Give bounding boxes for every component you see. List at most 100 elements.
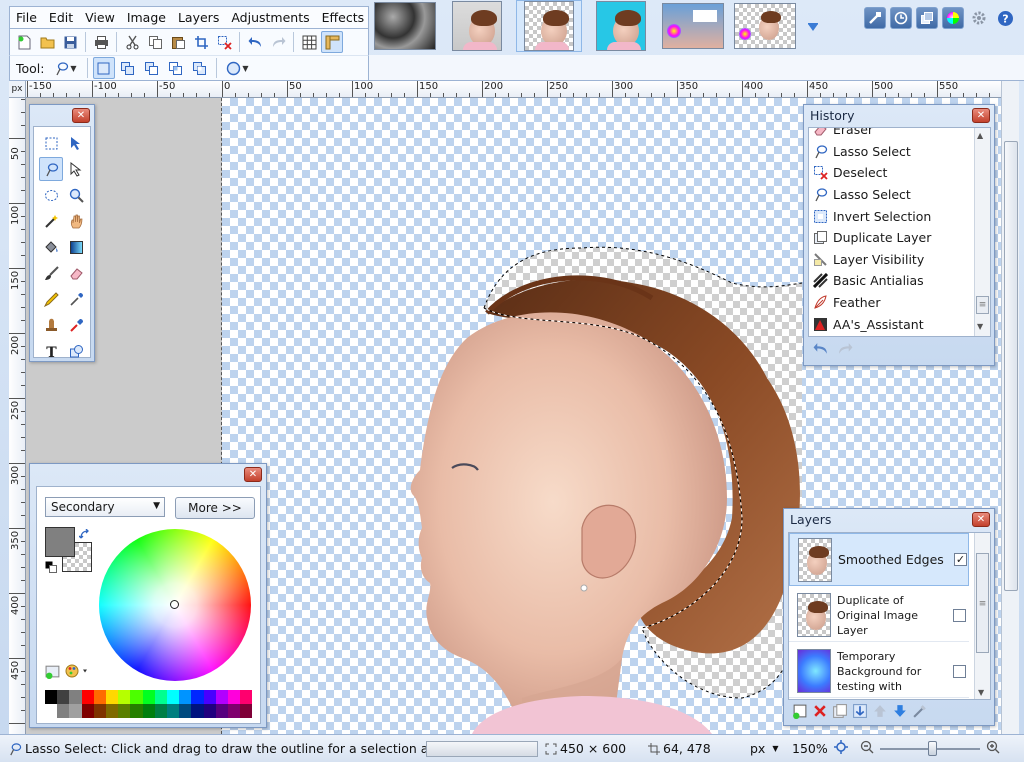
selection-mode-union-icon[interactable]	[117, 57, 139, 79]
new-image-icon[interactable]	[13, 31, 35, 53]
colors-panel-close-icon[interactable]: ✕	[244, 466, 262, 482]
open-folder-icon[interactable]	[36, 31, 58, 53]
tools-window-toggle-icon[interactable]	[864, 7, 886, 29]
palette-swatch[interactable]	[167, 690, 180, 704]
color-wheel-cursor[interactable]	[170, 600, 179, 609]
history-item-lasso-select-2[interactable]: Lasso Select	[809, 184, 990, 206]
ellipse-select-tool-icon[interactable]	[39, 183, 63, 207]
history-undo-icon[interactable]	[812, 341, 830, 360]
shapes-tool-icon[interactable]	[64, 339, 88, 363]
redo-icon[interactable]	[267, 31, 289, 53]
vertical-scrollbar[interactable]	[1001, 81, 1019, 734]
units-dropdown[interactable]: px ▼	[750, 741, 779, 756]
menu-file[interactable]: File	[10, 7, 43, 28]
rulers-toggle-icon[interactable]	[321, 31, 343, 53]
zoom-in-icon[interactable]	[986, 740, 1000, 754]
palette-swatch[interactable]	[118, 704, 131, 718]
palette-swatch[interactable]	[179, 690, 192, 704]
palette-swatch[interactable]	[106, 704, 119, 718]
history-item-invert-selection[interactable]: Invert Selection	[809, 205, 990, 227]
palette-swatch[interactable]	[130, 704, 143, 718]
layer-visibility-checkbox[interactable]: ✓	[954, 553, 967, 566]
palette-swatch[interactable]	[142, 704, 155, 718]
history-item-deselect[interactable]: Deselect	[809, 162, 990, 184]
deselect-icon[interactable]	[213, 31, 235, 53]
palette-swatch[interactable]	[45, 704, 58, 718]
history-item-basic-antialias[interactable]: Basic Antialias	[809, 270, 990, 292]
add-layer-icon[interactable]	[792, 703, 808, 722]
color-wheel[interactable]	[99, 529, 251, 681]
palette-swatch[interactable]	[191, 690, 204, 704]
palette-swatch[interactable]	[69, 704, 82, 718]
reset-colors-icon[interactable]	[45, 561, 57, 576]
zoom-tool-icon[interactable]	[64, 183, 88, 207]
merge-layer-down-icon[interactable]	[852, 703, 868, 722]
layer-properties-icon[interactable]	[912, 703, 928, 722]
selection-mode-replace-icon[interactable]	[92, 57, 115, 79]
lasso-select-tool-icon[interactable]	[39, 157, 63, 181]
menu-view[interactable]: View	[79, 7, 121, 28]
palette-menu-icon[interactable]	[65, 663, 91, 682]
pixel-grid-icon[interactable]	[298, 31, 320, 53]
selection-mode-intersect-icon[interactable]	[165, 57, 187, 79]
selection-mode-exclude-icon[interactable]	[141, 57, 163, 79]
copy-icon[interactable]	[144, 31, 166, 53]
color-picker-tool-icon[interactable]	[64, 287, 88, 311]
layer-item-duplicate-of-original[interactable]: Duplicate of Original Image Layer	[789, 589, 969, 642]
palette-swatch[interactable]	[154, 690, 167, 704]
save-icon[interactable]	[59, 31, 81, 53]
zoom-out-icon[interactable]	[860, 740, 874, 754]
history-item-duplicate-layer[interactable]: Duplicate Layer	[809, 227, 990, 249]
paintbrush-tool-icon[interactable]	[39, 261, 63, 285]
history-item-lasso-select[interactable]: Lasso Select	[809, 141, 990, 163]
palette-swatch[interactable]	[93, 690, 106, 704]
history-item-layer-visibility[interactable]: Layer Visibility	[809, 249, 990, 271]
palette-swatch[interactable]	[93, 704, 106, 718]
thumbnail-clouds-texture[interactable]	[372, 0, 438, 52]
menu-layers[interactable]: Layers	[172, 7, 225, 28]
palette-swatch[interactable]	[154, 704, 167, 718]
layers-window-toggle-icon[interactable]	[916, 7, 938, 29]
paint-bucket-tool-icon[interactable]	[39, 235, 63, 259]
palette-swatch[interactable]	[179, 704, 192, 718]
palette-swatch[interactable]	[191, 704, 204, 718]
menu-adjustments[interactable]: Adjustments	[225, 7, 315, 28]
history-item-feather[interactable]: Feather	[809, 292, 990, 314]
crop-to-selection-icon[interactable]	[190, 31, 212, 53]
tools-panel-close-icon[interactable]: ✕	[72, 107, 90, 123]
colors-window-toggle-icon[interactable]	[942, 7, 964, 29]
paste-icon[interactable]	[167, 31, 189, 53]
layer-item-smoothed-edges[interactable]: Smoothed Edges ✓	[789, 533, 969, 586]
move-selection-tool-icon[interactable]	[64, 157, 88, 181]
palette-swatch[interactable]	[81, 704, 94, 718]
history-window-toggle-icon[interactable]	[890, 7, 912, 29]
recolor-tool-icon[interactable]	[64, 313, 88, 337]
settings-gear-icon[interactable]	[968, 7, 990, 29]
palette-swatch[interactable]	[203, 690, 216, 704]
thumbnail-baby-photo-transparent[interactable]	[516, 0, 582, 52]
thumbnail-desktop-screenshot[interactable]	[660, 0, 726, 52]
palette-swatch[interactable]	[45, 690, 58, 704]
cut-icon[interactable]	[121, 31, 143, 53]
eraser-tool-icon[interactable]	[64, 261, 88, 285]
move-selected-pixels-tool-icon[interactable]	[64, 131, 88, 155]
help-icon[interactable]: ?	[994, 7, 1016, 29]
zoom-to-window-icon[interactable]	[834, 740, 848, 754]
palette-swatch[interactable]	[203, 704, 216, 718]
history-redo-icon[interactable]	[836, 341, 854, 360]
magic-wand-tool-icon[interactable]	[39, 209, 63, 233]
palette-swatch[interactable]	[240, 704, 253, 718]
swap-colors-icon[interactable]	[78, 528, 91, 544]
zoom-dropdown[interactable]: 150%	[792, 741, 828, 756]
menu-image[interactable]: Image	[121, 7, 172, 28]
primary-color-swatch[interactable]	[45, 527, 75, 557]
palette-swatch[interactable]	[106, 690, 119, 704]
menu-effects[interactable]: Effects	[316, 7, 371, 28]
palette-swatch[interactable]	[228, 704, 241, 718]
menu-edit[interactable]: Edit	[43, 7, 79, 28]
history-item-aas-assistant[interactable]: AA's_Assistant	[809, 313, 990, 335]
thumbnail-dropdown-icon[interactable]	[804, 0, 822, 55]
layers-scrollbar[interactable]: ≡ ▼	[974, 533, 990, 699]
palette-swatch[interactable]	[69, 690, 82, 704]
palette-swatch[interactable]	[240, 690, 253, 704]
